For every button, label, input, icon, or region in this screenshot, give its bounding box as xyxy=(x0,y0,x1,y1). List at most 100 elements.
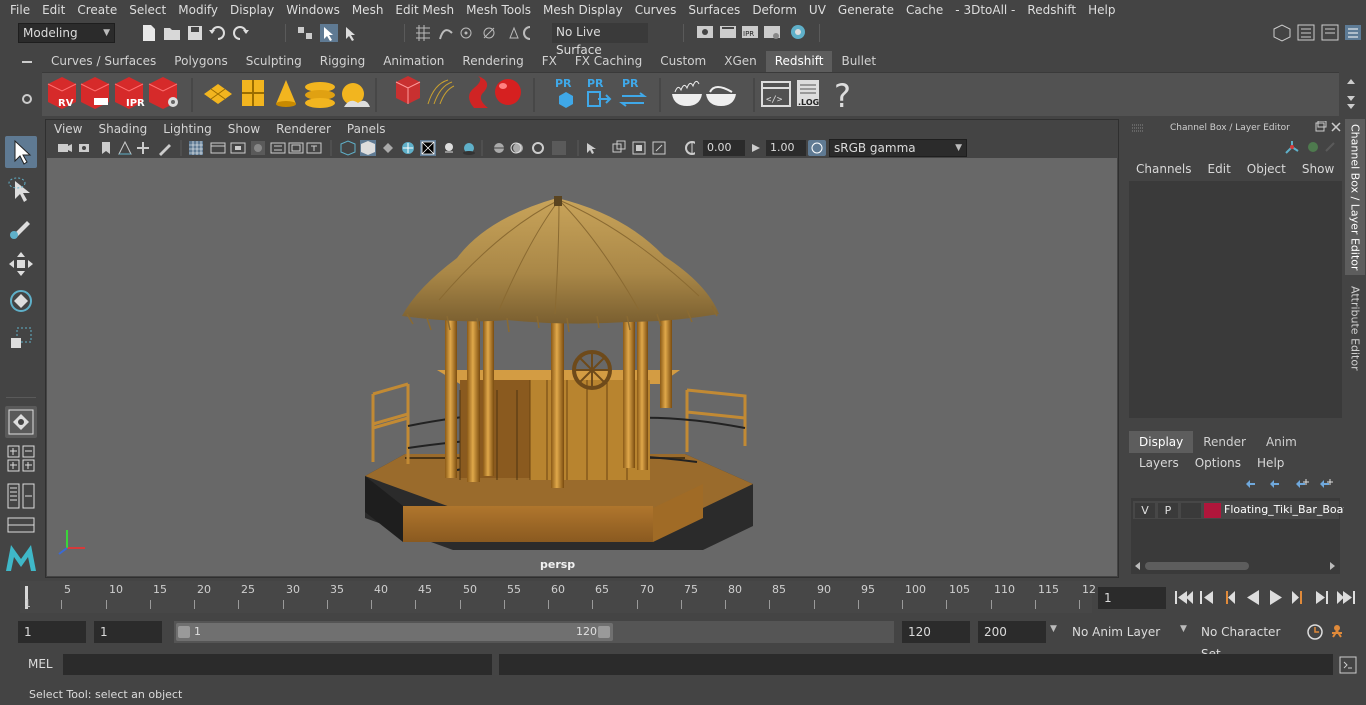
cb-edit-menu[interactable]: Edit xyxy=(1200,162,1239,176)
wireframe-icon[interactable] xyxy=(340,140,356,156)
redshift-proxy-icon[interactable] xyxy=(395,76,421,104)
smooth-shade-icon[interactable] xyxy=(360,140,376,156)
select-by-component-icon[interactable] xyxy=(346,27,355,41)
shelf-settings-icon[interactable] xyxy=(20,92,34,106)
menu-modify[interactable]: Modify xyxy=(172,3,224,17)
tool-settings-toggle-icon[interactable] xyxy=(1321,24,1339,41)
layer-display-type-toggle[interactable] xyxy=(1181,503,1201,518)
shadows-icon[interactable] xyxy=(463,143,475,155)
redshift-portal-light-icon[interactable] xyxy=(242,80,264,106)
tab-xgen[interactable]: XGen xyxy=(715,51,766,72)
live-surface-field[interactable]: No Live Surface xyxy=(552,23,648,57)
new-empty-layer-icon[interactable] xyxy=(1296,479,1309,488)
panel-grip-icon[interactable] xyxy=(1131,123,1145,133)
menu-create[interactable]: Create xyxy=(71,3,123,17)
snap-live-icon[interactable] xyxy=(509,26,519,39)
save-scene-icon[interactable] xyxy=(188,26,202,40)
character-set-dropdown[interactable]: No Character Set xyxy=(1195,621,1299,661)
grid-toggle-icon[interactable] xyxy=(189,141,203,155)
ipr-render-icon[interactable]: IPR xyxy=(742,26,758,38)
snap-magnet-icon[interactable] xyxy=(523,26,531,40)
camera-attributes-icon[interactable] xyxy=(79,144,89,152)
step-forward-key-icon[interactable] xyxy=(1316,591,1328,604)
tab-redshift[interactable]: Redshift xyxy=(765,51,833,72)
redshift-script-editor-icon[interactable]: </> xyxy=(761,81,791,107)
safe-action-icon[interactable] xyxy=(288,142,304,154)
redshift-volume-icon[interactable] xyxy=(469,76,488,108)
camera-select-icon[interactable] xyxy=(58,144,72,152)
attribute-editor-toggle-icon[interactable] xyxy=(1297,24,1315,41)
layer-name[interactable]: Floating_Tiki_Bar_Boat xyxy=(1224,503,1348,516)
channel-box-area[interactable] xyxy=(1129,181,1342,418)
animation-preferences-icon[interactable] xyxy=(1332,625,1342,638)
tab-attribute-editor[interactable]: Attribute Editor xyxy=(1345,282,1365,374)
redshift-pr-object-icon[interactable]: PR xyxy=(555,77,573,108)
move-layer-down-icon[interactable] xyxy=(1270,480,1279,488)
select-by-hierarchy-icon[interactable] xyxy=(298,27,312,39)
chevron-down-icon[interactable]: ▼ xyxy=(1050,624,1057,634)
perspective-layout-icon[interactable] xyxy=(7,517,35,533)
redshift-batch-render-icon[interactable] xyxy=(80,77,110,109)
rotate-tool-button[interactable] xyxy=(5,285,37,317)
chevron-down-icon[interactable]: ▼ xyxy=(1180,624,1187,634)
redshift-spot-light-icon[interactable] xyxy=(276,80,296,107)
playback-start-field[interactable]: 1 xyxy=(94,621,162,643)
channel-box-toggle-icon[interactable] xyxy=(1345,25,1361,40)
redshift-material-bowl-icon[interactable] xyxy=(672,80,702,106)
step-back-key-icon[interactable] xyxy=(1200,591,1213,604)
move-tool-button[interactable] xyxy=(5,248,37,280)
modeling-toolkit-icon[interactable] xyxy=(1273,24,1291,42)
xray-icon[interactable] xyxy=(420,140,436,156)
field-chart-icon[interactable] xyxy=(270,142,286,154)
frame-selection-icon[interactable] xyxy=(652,141,666,155)
tab-custom[interactable]: Custom xyxy=(651,51,715,72)
tab-display[interactable]: Display xyxy=(1129,431,1194,453)
manipulator-icon[interactable] xyxy=(1285,141,1299,154)
command-input[interactable] xyxy=(63,654,492,675)
lasso-tool-button[interactable] xyxy=(5,174,37,206)
viewport-menu-view[interactable]: View xyxy=(45,120,90,138)
redshift-pr-export-icon[interactable]: PR xyxy=(587,77,612,107)
tab-polygons[interactable]: Polygons xyxy=(165,51,236,72)
tab-fx-caching[interactable]: FX Caching xyxy=(566,51,651,72)
hypershade-icon[interactable] xyxy=(791,25,805,39)
image-plane-icon[interactable] xyxy=(118,140,132,155)
exposure-icon[interactable] xyxy=(685,141,695,155)
four-pane-layout-icon[interactable] xyxy=(7,459,35,472)
menu-file[interactable]: File xyxy=(0,3,36,17)
redshift-render-view-icon[interactable]: RV xyxy=(47,77,77,109)
go-to-start-icon[interactable] xyxy=(1175,591,1193,604)
tab-channel-box-layer-editor[interactable]: Channel Box / Layer Editor xyxy=(1345,119,1365,275)
isolate-select-icon[interactable] xyxy=(587,143,596,154)
film-gate-icon[interactable] xyxy=(210,142,226,154)
play-forwards-icon[interactable] xyxy=(1270,590,1282,605)
antialiasing-icon[interactable] xyxy=(532,142,544,154)
range-slider-bar[interactable]: 1 120 xyxy=(176,623,613,641)
tab-rendering[interactable]: Rendering xyxy=(453,51,532,72)
speed-icon[interactable] xyxy=(1308,142,1318,152)
menu-display[interactable]: Display xyxy=(224,3,280,17)
help-icon[interactable]: ? xyxy=(834,77,851,115)
redshift-log-icon[interactable]: .LOG xyxy=(797,80,819,107)
last-tool-button[interactable] xyxy=(5,406,37,438)
range-end-handle[interactable] xyxy=(598,626,610,638)
tab-animation[interactable]: Animation xyxy=(374,51,453,72)
motion-blur-icon[interactable] xyxy=(510,142,523,154)
depth-of-field-icon[interactable] xyxy=(552,141,566,155)
2d-pan-zoom-icon[interactable] xyxy=(137,142,149,154)
3d-viewport[interactable] xyxy=(47,158,1117,576)
redshift-sun-sky-icon[interactable] xyxy=(342,83,370,107)
viewport-menu-renderer[interactable]: Renderer xyxy=(268,120,339,138)
tab-rigging[interactable]: Rigging xyxy=(311,51,374,72)
snap-grid-icon[interactable] xyxy=(416,25,430,41)
redshift-sphere-icon[interactable] xyxy=(495,79,521,105)
redshift-render-settings-icon[interactable] xyxy=(148,77,178,109)
snap-point-icon[interactable] xyxy=(460,27,472,39)
tab-fx[interactable]: FX xyxy=(533,51,566,72)
resolution-gate-icon[interactable] xyxy=(230,142,246,154)
anim-layer-dropdown[interactable]: No Anim Layer xyxy=(1066,621,1178,643)
exposure-field[interactable]: 0.00 xyxy=(703,140,745,156)
animation-end-field[interactable]: 200 xyxy=(978,621,1046,643)
redshift-pr-convert-icon[interactable]: PR xyxy=(619,77,647,107)
shelf-menu-icon[interactable] xyxy=(20,56,34,68)
